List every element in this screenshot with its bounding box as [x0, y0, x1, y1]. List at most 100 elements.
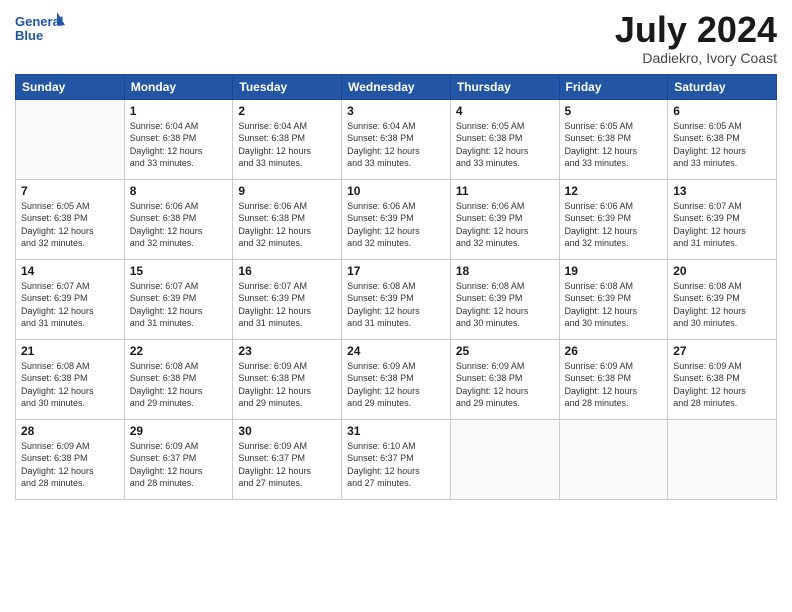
calendar-week-2: 14 Sunrise: 6:07 AM Sunset: 6:39 PM Dayli…: [16, 259, 777, 339]
day-number: 23: [238, 344, 336, 358]
day-number: 6: [673, 104, 771, 118]
logo-svg: General Blue: [15, 10, 65, 50]
table-row: 14 Sunrise: 6:07 AM Sunset: 6:39 PM Dayli…: [16, 259, 125, 339]
day-info: Sunrise: 6:08 AM Sunset: 6:38 PM Dayligh…: [130, 360, 228, 410]
day-number: 11: [456, 184, 554, 198]
day-number: 29: [130, 424, 228, 438]
table-row: [450, 419, 559, 499]
table-row: 6 Sunrise: 6:05 AM Sunset: 6:38 PM Daylig…: [668, 99, 777, 179]
day-info: Sunrise: 6:09 AM Sunset: 6:37 PM Dayligh…: [130, 440, 228, 490]
table-row: 9Sunrise: 6:06 AM Sunset: 6:38 PM Daylig…: [233, 179, 342, 259]
title-section: July 2024 Dadiekro, Ivory Coast: [615, 10, 777, 66]
day-info: Sunrise: 6:09 AM Sunset: 6:38 PM Dayligh…: [673, 360, 771, 410]
table-row: 18Sunrise: 6:08 AM Sunset: 6:39 PM Dayli…: [450, 259, 559, 339]
day-number: 28: [21, 424, 119, 438]
day-info: Sunrise: 6:06 AM Sunset: 6:38 PM Dayligh…: [238, 200, 336, 250]
col-header-monday: Monday: [124, 74, 233, 99]
table-row: 4 Sunrise: 6:05 AM Sunset: 6:38 PM Daylig…: [450, 99, 559, 179]
table-row: 21 Sunrise: 6:08 AM Sunset: 6:38 PM Dayli…: [16, 339, 125, 419]
col-header-sunday: Sunday: [16, 74, 125, 99]
calendar-week-4: 28 Sunrise: 6:09 AM Sunset: 6:38 PM Dayli…: [16, 419, 777, 499]
day-info: Sunrise: 6:04 AM Sunset: 6:38 PM Dayligh…: [130, 120, 228, 170]
day-number: 20: [673, 264, 771, 278]
table-row: 2 Sunrise: 6:04 AM Sunset: 6:38 PM Daylig…: [233, 99, 342, 179]
calendar-header-row: Sunday Monday Tuesday Wednesday Thursday…: [16, 74, 777, 99]
table-row: 7 Sunrise: 6:05 AM Sunset: 6:38 PM Daylig…: [16, 179, 125, 259]
table-row: 25 Sunrise: 6:09 AM Sunset: 6:38 PM Dayli…: [450, 339, 559, 419]
day-info: Sunrise: 6:09 AM Sunset: 6:37 PM Dayligh…: [238, 440, 336, 490]
day-info: Sunrise: 6:05 AM Sunset: 6:38 PM Dayligh…: [565, 120, 663, 170]
day-info: Sunrise: 6:08 AM Sunset: 6:39 PM Dayligh…: [565, 280, 663, 330]
day-info: Sunrise: 6:08 AM Sunset: 6:39 PM Dayligh…: [347, 280, 445, 330]
day-info: Sunrise: 6:09 AM Sunset: 6:38 PM Dayligh…: [238, 360, 336, 410]
day-info: Sunrise: 6:10 AM Sunset: 6:37 PM Dayligh…: [347, 440, 445, 490]
day-number: 14: [21, 264, 119, 278]
table-row: 27Sunrise: 6:09 AM Sunset: 6:38 PM Dayli…: [668, 339, 777, 419]
table-row: 5 Sunrise: 6:05 AM Sunset: 6:38 PM Daylig…: [559, 99, 668, 179]
day-number: 7: [21, 184, 119, 198]
table-row: [668, 419, 777, 499]
table-row: 13 Sunrise: 6:07 AM Sunset: 6:39 PM Dayli…: [668, 179, 777, 259]
table-row: 22 Sunrise: 6:08 AM Sunset: 6:38 PM Dayli…: [124, 339, 233, 419]
day-number: 21: [21, 344, 119, 358]
logo: General Blue: [15, 10, 65, 50]
day-info: Sunrise: 6:07 AM Sunset: 6:39 PM Dayligh…: [673, 200, 771, 250]
day-info: Sunrise: 6:05 AM Sunset: 6:38 PM Dayligh…: [673, 120, 771, 170]
day-info: Sunrise: 6:09 AM Sunset: 6:38 PM Dayligh…: [456, 360, 554, 410]
day-number: 10: [347, 184, 445, 198]
day-info: Sunrise: 6:09 AM Sunset: 6:38 PM Dayligh…: [21, 440, 119, 490]
table-row: 12Sunrise: 6:06 AM Sunset: 6:39 PM Dayli…: [559, 179, 668, 259]
day-number: 16: [238, 264, 336, 278]
day-number: 17: [347, 264, 445, 278]
table-row: 31 Sunrise: 6:10 AM Sunset: 6:37 PM Dayli…: [342, 419, 451, 499]
table-row: 24 Sunrise: 6:09 AM Sunset: 6:38 PM Dayli…: [342, 339, 451, 419]
table-row: [559, 419, 668, 499]
day-info: Sunrise: 6:04 AM Sunset: 6:38 PM Dayligh…: [238, 120, 336, 170]
table-row: 19 Sunrise: 6:08 AM Sunset: 6:39 PM Dayli…: [559, 259, 668, 339]
table-row: 20 Sunrise: 6:08 AM Sunset: 6:39 PM Dayli…: [668, 259, 777, 339]
day-number: 18: [456, 264, 554, 278]
day-number: 3: [347, 104, 445, 118]
day-number: 13: [673, 184, 771, 198]
day-number: 24: [347, 344, 445, 358]
day-number: 5: [565, 104, 663, 118]
svg-text:General: General: [15, 14, 63, 29]
day-info: Sunrise: 6:07 AM Sunset: 6:39 PM Dayligh…: [21, 280, 119, 330]
day-info: Sunrise: 6:08 AM Sunset: 6:38 PM Dayligh…: [21, 360, 119, 410]
table-row: 30 Sunrise: 6:09 AM Sunset: 6:37 PM Dayli…: [233, 419, 342, 499]
day-number: 4: [456, 104, 554, 118]
day-info: Sunrise: 6:09 AM Sunset: 6:38 PM Dayligh…: [347, 360, 445, 410]
day-number: 15: [130, 264, 228, 278]
day-info: Sunrise: 6:08 AM Sunset: 6:39 PM Dayligh…: [673, 280, 771, 330]
day-number: 26: [565, 344, 663, 358]
day-number: 19: [565, 264, 663, 278]
day-number: 22: [130, 344, 228, 358]
table-row: 11Sunrise: 6:06 AM Sunset: 6:39 PM Dayli…: [450, 179, 559, 259]
table-row: 1 Sunrise: 6:04 AM Sunset: 6:38 PM Daylig…: [124, 99, 233, 179]
location: Dadiekro, Ivory Coast: [615, 50, 777, 66]
day-number: 2: [238, 104, 336, 118]
day-info: Sunrise: 6:06 AM Sunset: 6:38 PM Dayligh…: [130, 200, 228, 250]
table-row: 28 Sunrise: 6:09 AM Sunset: 6:38 PM Dayli…: [16, 419, 125, 499]
table-row: 8 Sunrise: 6:06 AM Sunset: 6:38 PM Daylig…: [124, 179, 233, 259]
svg-text:Blue: Blue: [15, 28, 43, 43]
col-header-wednesday: Wednesday: [342, 74, 451, 99]
table-row: [16, 99, 125, 179]
day-number: 31: [347, 424, 445, 438]
day-number: 25: [456, 344, 554, 358]
day-number: 12: [565, 184, 663, 198]
day-info: Sunrise: 6:05 AM Sunset: 6:38 PM Dayligh…: [21, 200, 119, 250]
header: General Blue July 2024 Dadiekro, Ivory C…: [15, 10, 777, 66]
day-number: 30: [238, 424, 336, 438]
table-row: 26Sunrise: 6:09 AM Sunset: 6:38 PM Dayli…: [559, 339, 668, 419]
table-row: 10 Sunrise: 6:06 AM Sunset: 6:39 PM Dayli…: [342, 179, 451, 259]
table-row: 23 Sunrise: 6:09 AM Sunset: 6:38 PM Dayli…: [233, 339, 342, 419]
col-header-thursday: Thursday: [450, 74, 559, 99]
table-row: 16Sunrise: 6:07 AM Sunset: 6:39 PM Dayli…: [233, 259, 342, 339]
day-number: 1: [130, 104, 228, 118]
day-number: 8: [130, 184, 228, 198]
day-info: Sunrise: 6:05 AM Sunset: 6:38 PM Dayligh…: [456, 120, 554, 170]
page: General Blue July 2024 Dadiekro, Ivory C…: [0, 0, 792, 612]
table-row: 17 Sunrise: 6:08 AM Sunset: 6:39 PM Dayli…: [342, 259, 451, 339]
day-info: Sunrise: 6:06 AM Sunset: 6:39 PM Dayligh…: [347, 200, 445, 250]
